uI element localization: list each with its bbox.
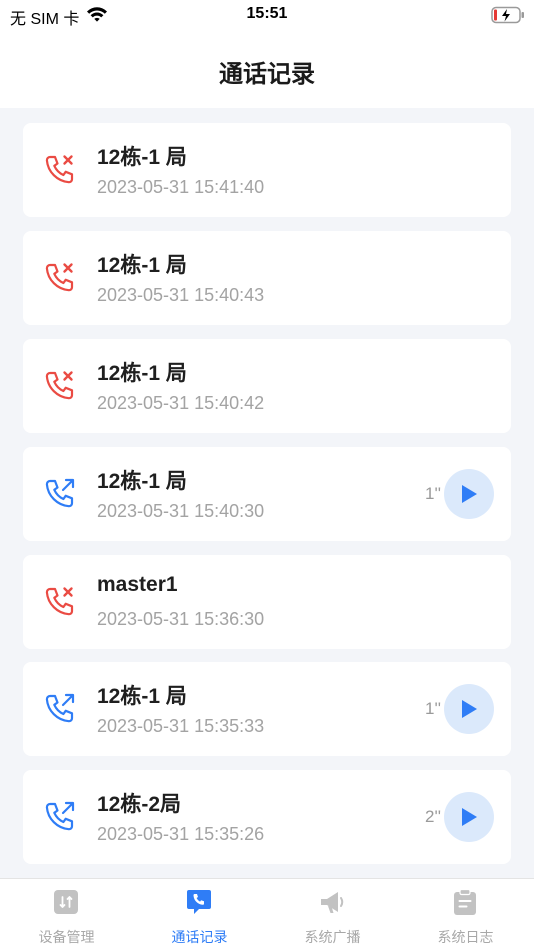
missed-call-icon <box>45 587 74 616</box>
outgoing-call-icon <box>45 693 75 723</box>
play-icon <box>462 808 477 826</box>
call-time: 2023-05-31 15:36:30 <box>97 609 265 629</box>
call-record-icon <box>187 890 211 914</box>
broadcast-icon <box>321 892 344 913</box>
status-bar: 无 SIM 卡 15:51 <box>0 0 534 30</box>
play-icon <box>462 485 477 503</box>
caller-name: master1 <box>97 573 178 596</box>
play-recording-button[interactable] <box>444 792 494 842</box>
tab-label: 系统广播 <box>304 929 361 945</box>
system-log-icon <box>454 888 476 915</box>
tab-label: 设备管理 <box>38 929 95 945</box>
caller-name: 12栋-1 局 <box>97 254 187 277</box>
caller-name: 12栋-2局 <box>97 793 182 816</box>
device-management-icon <box>54 890 78 914</box>
tab-call-record[interactable]: 通话记录 <box>133 879 266 950</box>
tab-label: 系统日志 <box>437 929 494 945</box>
call-record-item[interactable]: master1 2023-05-31 15:36:30 <box>23 555 511 649</box>
outgoing-call-icon <box>45 478 75 508</box>
play-icon <box>462 700 477 718</box>
play-recording-button[interactable] <box>444 469 494 519</box>
tab-bar: 设备管理 通话记录 系统广播 系统日志 <box>0 878 534 950</box>
tab-device-management[interactable]: 设备管理 <box>0 879 133 950</box>
call-duration: 1'' <box>425 699 441 718</box>
call-time: 2023-05-31 15:40:43 <box>97 285 265 305</box>
status-time: 15:51 <box>246 5 288 22</box>
call-record-item[interactable]: 12栋-1 局 2023-05-31 15:35:33 1'' <box>23 662 511 756</box>
nav-bar: 通话记录 <box>0 30 534 108</box>
caller-name: 12栋-1 局 <box>97 470 187 493</box>
call-time: 2023-05-31 15:40:30 <box>97 501 265 521</box>
tab-system-broadcast[interactable]: 系统广播 <box>266 879 399 950</box>
tab-system-log[interactable]: 系统日志 <box>399 879 532 950</box>
missed-call-icon <box>45 263 74 292</box>
call-record-item[interactable]: 12栋-1 局 2023-05-31 15:40:42 <box>23 339 511 433</box>
tab-label: 通话记录 <box>171 929 228 945</box>
page-title: 通话记录 <box>219 61 315 88</box>
call-record-item[interactable]: 12栋-1 局 2023-05-31 15:41:40 <box>23 123 511 217</box>
call-duration: 2'' <box>425 807 441 826</box>
call-duration: 1'' <box>425 484 441 503</box>
missed-call-icon <box>45 371 74 400</box>
call-time: 2023-05-31 15:41:40 <box>97 177 265 197</box>
call-time: 2023-05-31 15:40:42 <box>97 393 265 413</box>
play-recording-button[interactable] <box>444 684 494 734</box>
call-record-item[interactable]: 12栋-1 局 2023-05-31 15:40:43 <box>23 231 511 325</box>
caller-name: 12栋-1 局 <box>97 362 187 385</box>
call-time: 2023-05-31 15:35:33 <box>97 716 265 736</box>
call-record-list[interactable]: 12栋-1 局 2023-05-31 15:41:40 12栋-1 局 2023… <box>0 108 534 878</box>
battery-charging-icon <box>491 6 524 24</box>
call-record-item[interactable]: 12栋-1 局 2023-05-31 15:40:30 1'' <box>23 447 511 541</box>
missed-call-icon <box>45 155 74 184</box>
caller-name: 12栋-1 局 <box>97 146 187 169</box>
call-record-item[interactable]: 12栋-2局 2023-05-31 15:35:26 2'' <box>23 770 511 864</box>
caller-name: 12栋-1 局 <box>97 685 187 708</box>
outgoing-call-icon <box>45 801 75 831</box>
call-time: 2023-05-31 15:35:26 <box>97 824 265 844</box>
